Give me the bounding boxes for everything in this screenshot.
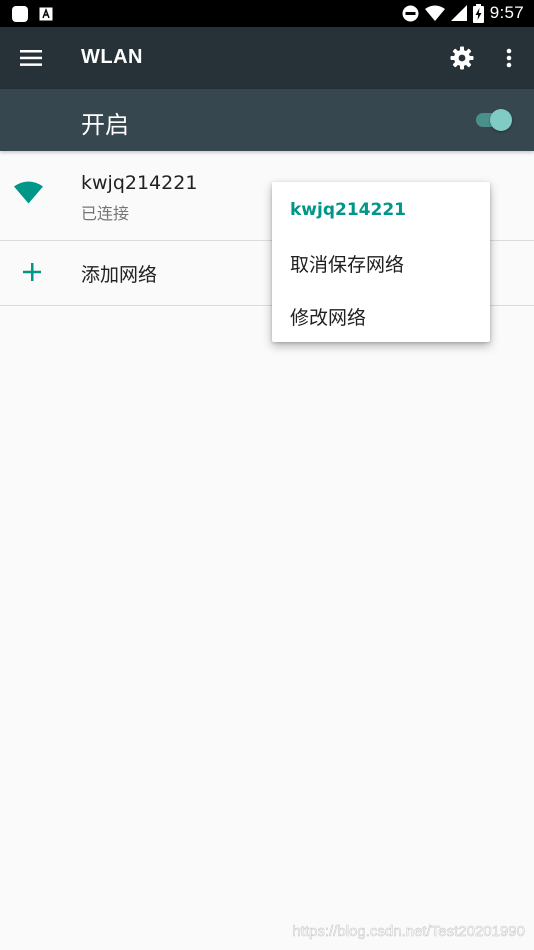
battery-charging-icon [472,3,484,23]
toggle-thumb [490,109,512,131]
wifi-toggle[interactable] [474,109,514,131]
plus-icon [23,263,41,281]
menu-icon [20,50,42,66]
status-bar-right: 9:57 [402,3,524,23]
do-not-disturb-icon [402,5,419,21]
overflow-menu-button[interactable] [497,41,521,75]
context-menu-title: kwjq214221 [290,200,406,220]
status-time: 9:57 [489,3,524,22]
wifi-switch-label: 开启 [81,111,129,139]
network-name: kwjq214221 [81,172,198,194]
menu-button[interactable] [14,41,48,75]
status-bar: 9:57 [0,0,534,27]
overflow-icon [506,48,512,68]
modify-network-label: 修改网络 [290,307,367,329]
status-bar-left [11,5,53,23]
watermark: https://blog.csdn.net/Test20201990 [292,923,525,941]
wifi-signal-icon [424,5,445,21]
modify-network-menu-item[interactable]: 修改网络 [272,291,490,339]
network-context-menu: kwjq214221 取消保存网络 修改网络 [272,182,490,342]
app-bar: WLAN [0,27,534,89]
network-status: 已连接 [81,204,130,223]
forget-network-label: 取消保存网络 [290,254,405,276]
font-icon [39,7,53,21]
wifi-switch-bar[interactable]: 开启 [0,89,534,151]
settings-button[interactable] [445,41,479,75]
cell-signal-icon [450,4,467,21]
forget-network-menu-item[interactable]: 取消保存网络 [272,238,490,286]
app-icon [12,6,28,22]
wifi-signal-full-icon [14,181,43,204]
gear-icon [450,46,474,70]
page-title: WLAN [81,46,143,68]
add-network-label: 添加网络 [81,264,158,286]
